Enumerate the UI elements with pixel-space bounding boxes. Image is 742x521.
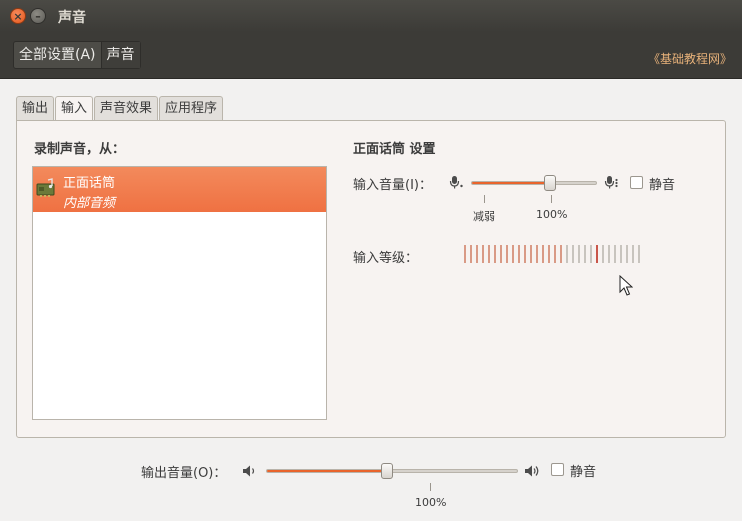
tab-sound-effects[interactable]: 声音效果 — [94, 96, 159, 120]
input-volume-label: 输入音量(I)： — [353, 178, 432, 193]
input-volume-slider[interactable] — [471, 175, 597, 191]
level-bar — [482, 245, 484, 263]
breadcrumb: 全部设置(A) 声音 — [13, 41, 141, 69]
mouse-pointer-icon — [619, 275, 633, 296]
level-bar — [470, 245, 472, 263]
device-name: 正面话筒 — [63, 176, 116, 191]
output-tick-100 — [430, 483, 431, 491]
level-bar — [572, 245, 574, 263]
level-bar — [536, 245, 538, 263]
level-bar — [626, 245, 628, 263]
input-level-meter — [464, 245, 640, 263]
device-settings-title: 正面话筒 设置 — [353, 142, 436, 157]
level-bar — [584, 245, 586, 263]
microphone-high-icon[interactable] — [604, 175, 620, 189]
minimize-icon[interactable]: – — [30, 8, 46, 24]
breadcrumb-sound[interactable]: 声音 — [100, 42, 140, 68]
level-bar — [620, 245, 622, 263]
title-bar: × – 声音 — [0, 0, 742, 32]
input-level-label: 输入等级： — [353, 251, 419, 266]
microphone-low-icon[interactable] — [449, 175, 465, 189]
breadcrumb-all-settings[interactable]: 全部设置(A) — [14, 42, 101, 68]
level-bar — [602, 245, 604, 263]
speaker-low-icon[interactable] — [242, 464, 258, 478]
level-bar — [596, 245, 598, 263]
level-bar — [638, 245, 640, 263]
tab-applications[interactable]: 应用程序 — [159, 96, 224, 120]
output-volume-slider[interactable] — [266, 463, 518, 479]
list-item[interactable]: 正面话筒 内部音频 — [33, 167, 326, 212]
level-bar — [530, 245, 532, 263]
speaker-high-icon[interactable] — [524, 464, 540, 478]
level-bar — [542, 245, 544, 263]
output-volume-fill — [267, 470, 387, 472]
level-bar — [548, 245, 550, 263]
level-bar — [494, 245, 496, 263]
level-bar — [614, 245, 616, 263]
input-volume-fill — [472, 182, 551, 184]
watermark: 《基础教程网》 — [647, 52, 732, 66]
level-bar — [524, 245, 526, 263]
tick-100 — [551, 195, 552, 203]
input-mute-label: 静音 — [649, 178, 676, 193]
level-bar — [632, 245, 634, 263]
tab-input[interactable]: 输入 — [55, 96, 94, 121]
tick-100-label: 100% — [536, 208, 568, 221]
output-mute-checkbox[interactable] — [551, 463, 564, 476]
window-title: 声音 — [58, 10, 86, 26]
toolbar: 全部设置(A) 声音 《基础教程网》 — [0, 32, 742, 79]
level-bar — [500, 245, 502, 263]
output-volume-label: 输出音量(O)： — [141, 466, 227, 481]
record-from-title: 录制声音，从： — [34, 142, 126, 157]
level-bar — [506, 245, 508, 263]
level-bar — [578, 245, 580, 263]
level-bar — [608, 245, 610, 263]
level-bar — [590, 245, 592, 263]
device-description: 内部音频 — [63, 196, 116, 211]
tab-bar: 输出 输入 声音效果 应用程序 — [16, 96, 224, 121]
level-bar — [518, 245, 520, 263]
level-bar — [554, 245, 556, 263]
level-bar — [560, 245, 562, 263]
output-mute-label: 静音 — [570, 465, 597, 480]
level-bar — [464, 245, 466, 263]
tab-output[interactable]: 输出 — [16, 96, 55, 120]
level-bar — [476, 245, 478, 263]
level-bar — [566, 245, 568, 263]
input-volume-knob[interactable] — [544, 175, 557, 191]
output-volume-knob[interactable] — [381, 463, 393, 479]
level-bar — [512, 245, 514, 263]
input-mute-checkbox[interactable] — [630, 176, 643, 189]
output-tick-100-label: 100% — [415, 496, 447, 509]
input-device-list[interactable]: 正面话筒 内部音频 — [32, 166, 327, 420]
tick-low — [484, 195, 485, 203]
level-bar — [488, 245, 490, 263]
close-icon[interactable]: × — [10, 8, 26, 24]
sound-card-icon — [36, 178, 55, 197]
tick-low-label: 减弱 — [473, 210, 495, 223]
